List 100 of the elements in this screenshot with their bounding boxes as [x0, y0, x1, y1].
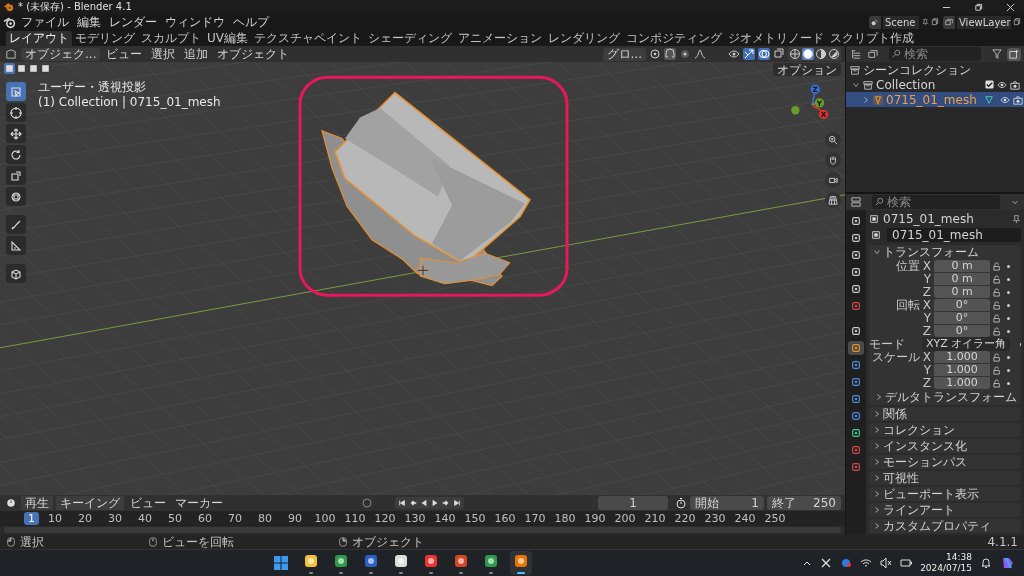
workspace-tab[interactable]: シェーディング [365, 31, 455, 46]
number-field[interactable]: 0 m [934, 260, 990, 273]
frame-number[interactable]: 1 [24, 512, 39, 525]
panel-title: 関係 [883, 406, 907, 421]
object-name-field[interactable]: 0715_01_mesh [887, 228, 1021, 243]
number-field[interactable]: 1.000 [934, 377, 990, 390]
number-field[interactable]: 0 m [934, 286, 990, 299]
workspace-tab[interactable]: コンポジティング [623, 31, 725, 46]
menu-item[interactable]: ビュー [103, 47, 146, 61]
scene-field[interactable]: Scene [883, 15, 919, 29]
field-label: モード [869, 337, 905, 352]
menu-item[interactable]: ビュー [127, 496, 169, 510]
frame-number: 110 [343, 511, 367, 526]
panel-header[interactable]: 可視性 [869, 470, 1021, 485]
panel-title: トランスフォーム [883, 245, 979, 260]
menu-item[interactable]: 編集 [74, 15, 104, 29]
version-label: 4.1.1 [987, 535, 1018, 549]
panel-header[interactable]: カスタムプロパティ [869, 519, 1021, 534]
menu-item[interactable]: 選択 [148, 47, 179, 61]
search-field[interactable]: 検索 [872, 195, 1000, 209]
frame-number: 80 [257, 511, 273, 526]
current-frame-field[interactable]: 1 [598, 496, 668, 510]
frame-number: 50 [167, 511, 183, 526]
panel-header[interactable]: インスタンス化 [869, 438, 1021, 453]
mode-dropdown[interactable]: オブジェク... [21, 47, 101, 61]
outliner-row[interactable]: Collection [846, 77, 1024, 92]
outliner-row[interactable]: シーンコレクション [846, 62, 1024, 77]
number-field[interactable]: 0° [934, 312, 990, 325]
panel-header[interactable]: 関係 [869, 406, 1021, 421]
workspace-tab[interactable]: スクリプト作成 [827, 31, 917, 46]
menu-item[interactable]: ヘルプ [230, 15, 272, 29]
workspace-tab[interactable]: レンダリング [545, 31, 623, 46]
frame-number: 190 [583, 511, 607, 526]
panel-header[interactable]: ビューポート表示 [869, 487, 1021, 501]
axis-label: X [922, 350, 931, 365]
menu-item[interactable]: キーイング [56, 496, 124, 510]
number-field[interactable]: 1.000 [934, 351, 990, 364]
clock-time[interactable]: 14:38 [946, 552, 972, 563]
panel-title: カスタムプロパティ [883, 519, 991, 533]
panel-title: コレクション [883, 422, 955, 437]
workspace-tab[interactable]: アニメーション [455, 31, 545, 46]
menu-item[interactable]: 追加 [181, 47, 212, 61]
field-value: 1 [751, 496, 759, 510]
field-label: スケール [871, 350, 920, 365]
options-dropdown[interactable]: オプション [773, 63, 841, 76]
clock-date[interactable]: 2024/07/15 [920, 563, 972, 574]
menu-item[interactable]: ウィンドウ [162, 15, 228, 29]
outliner-label: 0715_01_mesh [886, 92, 977, 107]
panel-title: ビューポート表示 [883, 487, 979, 501]
panel-header[interactable]: ラインアート [869, 503, 1021, 517]
frame-number: 20 [77, 511, 93, 526]
number-field[interactable]: 1.000 [934, 364, 990, 377]
workspace-tab[interactable]: スカルプト [138, 31, 204, 46]
axis-label: Y [923, 311, 931, 326]
workspace-tab[interactable]: テクスチャペイント [251, 31, 365, 46]
frame-number: 40 [137, 511, 153, 526]
axis-label: Y [923, 272, 931, 287]
frame-number: 70 [227, 511, 243, 526]
panel-header[interactable]: コレクション [869, 422, 1021, 437]
panel-title: ラインアート [883, 503, 955, 517]
menu-item[interactable]: マーカー [172, 496, 226, 510]
subpanel-header[interactable]: デルタトランスフォーム [869, 389, 1021, 405]
field-label: 終了 [772, 496, 796, 510]
view-layer-field[interactable]: ViewLayer [957, 15, 1011, 29]
workspace-tab[interactable]: ジオメトリノード [725, 31, 827, 46]
axis-label: X [922, 298, 931, 313]
workspace-tab[interactable]: モデリング [72, 31, 138, 46]
menu-item[interactable]: オブジェクト [214, 47, 293, 61]
menu-item[interactable]: ファイル [18, 15, 72, 29]
menu-item[interactable]: 再生 [21, 496, 53, 510]
workspace-tab[interactable]: レイアウト [6, 31, 72, 46]
field-label: 開始 [695, 496, 719, 510]
orientation-dropdown[interactable]: グロ... [602, 47, 646, 61]
frame-number: 130 [403, 511, 427, 526]
workspace-tab[interactable]: UV編集 [204, 31, 251, 46]
frame-number: 180 [553, 511, 577, 526]
object-name: 0715_01_mesh [883, 212, 974, 227]
frame-number: 10 [47, 511, 63, 526]
field-label: 回転 [895, 298, 920, 313]
end-frame-field[interactable]: 終了 250 [767, 496, 841, 510]
frame-number: 90 [287, 511, 303, 526]
outliner-row[interactable]: 0715_01_mesh [846, 92, 1024, 107]
frame-number: 30 [107, 511, 123, 526]
panel-title: インスタンス化 [883, 438, 967, 453]
axis-label: Z [922, 324, 931, 339]
panel-header[interactable]: モーションパス [869, 454, 1021, 469]
start-frame-field[interactable]: 開始 1 [690, 496, 764, 510]
axis-label: Z [922, 376, 931, 391]
frame-number: 100 [313, 511, 337, 526]
field-label: 位置 [895, 259, 920, 274]
frame-number: 230 [703, 511, 727, 526]
status-hint: ビューを回転 [162, 535, 234, 549]
number-field[interactable]: 0 m [934, 273, 990, 286]
number-field[interactable]: 0° [934, 325, 990, 338]
search-field[interactable]: 検索 [889, 47, 981, 61]
panel-title: 可視性 [883, 470, 919, 485]
panel-header[interactable]: トランスフォーム [869, 244, 1021, 260]
rotation-mode-dropdown[interactable]: XYZ オイラー角 [922, 337, 1011, 352]
number-field[interactable]: 0° [934, 299, 990, 312]
menu-item[interactable]: レンダー [106, 15, 160, 29]
